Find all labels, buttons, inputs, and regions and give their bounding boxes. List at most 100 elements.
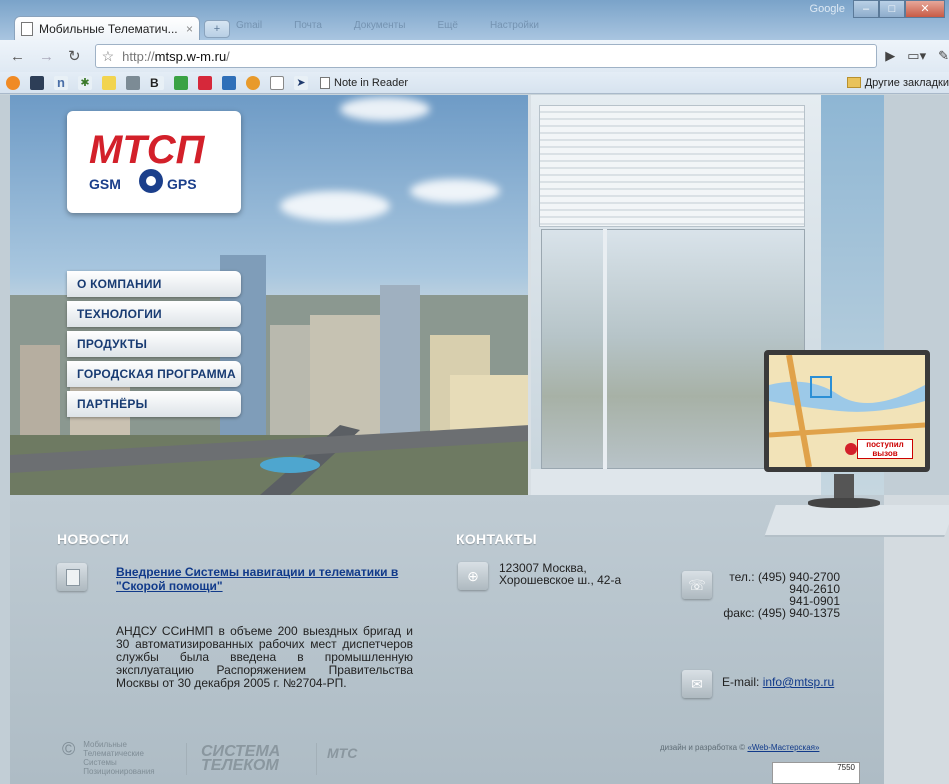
close-window-button[interactable]: ✕ [905, 0, 945, 18]
footer-separator [316, 743, 317, 775]
cloud [280, 191, 390, 221]
menu-item-partners[interactable]: Партнёры [67, 391, 241, 417]
address: 123007 Москва, Хорошевское ш., 42-а [499, 562, 621, 586]
monitor-base [808, 498, 880, 508]
maximize-button[interactable]: □ [879, 0, 905, 18]
phone-icon-box: ☏ [682, 571, 712, 599]
bookmark-red-icon[interactable] [198, 75, 212, 90]
blurred-tab: Ещё [437, 20, 458, 31]
tab-title: Мобильные Телематич... [39, 21, 178, 36]
back-icon[interactable]: ← [10, 48, 25, 65]
wrench-icon[interactable]: ✎ [938, 48, 949, 64]
bookmark-arrow-icon[interactable]: ➤ [294, 75, 308, 90]
menu-item-city-program[interactable]: Городская программа [67, 361, 241, 387]
contacts-heading: КОНТАКТЫ [456, 531, 537, 547]
mtsp-logo: МТСП GSM GPS [89, 128, 206, 193]
other-bookmarks[interactable]: Другие закладки [846, 76, 949, 89]
email-link[interactable]: info@mtsp.ru [763, 675, 835, 689]
forward-icon[interactable]: → [39, 48, 54, 65]
browser-tab[interactable]: Мобильные Телематич... × [14, 16, 200, 40]
monitor-illustration: поступил вызов [764, 350, 934, 520]
url-host: mtsp.w-m.ru [154, 48, 227, 64]
window-controls: Google – □ ✕ [810, 0, 945, 18]
news-icon [57, 563, 87, 591]
phone-icon: ☏ [688, 577, 706, 593]
copyright-icon: © [62, 739, 76, 759]
bookmark-b-icon[interactable]: B [150, 75, 164, 90]
visit-counter[interactable]: 7550 [772, 762, 860, 784]
news-heading: НОВОСТИ [57, 531, 130, 547]
url-suffix: / [226, 48, 230, 64]
menu-item-technologies[interactable]: Технологии [67, 301, 241, 327]
blurred-tab: Настройки [489, 20, 539, 31]
logo-gps-text: GPS [167, 176, 197, 192]
blurred-tab: Gmail [236, 20, 263, 31]
bookmark-note-in-reader[interactable]: Note in Reader [320, 76, 408, 89]
bookmark-chart-icon[interactable] [174, 75, 188, 90]
doc-icon [320, 76, 330, 89]
bookmark-w-icon[interactable] [102, 75, 116, 90]
company-line: Системы [83, 758, 117, 767]
monitor-stand [834, 474, 854, 500]
email-label: E-mail: [722, 675, 760, 689]
window-divider [603, 229, 607, 469]
bookmark-star-icon[interactable]: ☆ [102, 48, 115, 65]
logo-card[interactable]: МТСП GSM GPS [67, 111, 241, 213]
bookmark-note-label: Note in Reader [334, 76, 408, 89]
other-bookmarks-label: Другие закладки [864, 76, 949, 89]
bookmark-figure-icon[interactable]: ✱ [78, 75, 92, 90]
blurred-tab: Почта [294, 20, 322, 31]
window-titlebar: Мобильные Телематич... × + Gmail Почта Д… [0, 0, 949, 40]
incoming-call-label: поступил вызов [857, 439, 913, 459]
play-icon[interactable]: ▶ [885, 48, 895, 64]
email-row: E-mail: info@mtsp.ru [722, 675, 834, 689]
logo-top-text: МТСП [89, 128, 206, 172]
blurred-tabs: Gmail Почта Документы Ещё Настройки [236, 20, 539, 31]
company-line: Телематические [83, 749, 144, 758]
menu-item-products[interactable]: Продукты [67, 331, 241, 357]
news-body: АНДСУ ССиНМП в объеме 200 выездных брига… [116, 624, 413, 690]
mail-icon-box: ✉ [682, 670, 712, 698]
address-line2: Хорошевское ш., 42-а [499, 573, 622, 587]
main-menu: О компании Технологии Продукты Городская… [67, 271, 241, 421]
close-tab-icon[interactable]: × [186, 22, 193, 36]
bookmark-blue-n-icon[interactable] [222, 75, 236, 90]
design-credit: дизайн и разработка © «Web-Мастерская» [660, 743, 819, 752]
copyright-block: © Мобильные Телематические Системы Позиц… [62, 740, 175, 776]
page-icon [21, 21, 33, 36]
bookmark-orange-icon[interactable] [6, 75, 20, 90]
reload-icon[interactable]: ↻ [68, 47, 81, 65]
globe-icon: ⊕ [467, 568, 479, 584]
right-wall [884, 495, 949, 784]
fax-line: факс: (495) 940-1375 [723, 606, 840, 620]
hero-banner: МТСП GSM GPS О компании Технологии Проду… [10, 95, 884, 495]
design-link[interactable]: «Web-Мастерская» [747, 743, 819, 752]
news-link[interactable]: Внедрение Системы навигации и телематики… [116, 565, 416, 593]
bookmark-grid-icon[interactable] [126, 75, 140, 90]
sistema-telecom-logo[interactable]: СИСТЕМА ТЕЛЕКОМ [201, 744, 280, 774]
browser-toolbar: ← → ↻ ☆ http://mtsp.w-m.ru / ▶ ▭▾ ✎ [0, 40, 949, 72]
blurred-tab: Документы [353, 20, 406, 31]
bookmark-n-icon[interactable]: n [54, 75, 68, 90]
cloud [340, 97, 430, 121]
new-tab-button[interactable]: + [204, 20, 230, 38]
monitor-screen: поступил вызов [764, 350, 930, 472]
bookmarks-bar: n ✱ B ➤ Note in Reader Другие закладки [0, 72, 949, 94]
logo-gsm-text: GSM [89, 176, 121, 192]
phone-numbers: тел.: (495) 940-2700 940-2610 941-0901 ф… [720, 571, 840, 619]
page-menu-icon[interactable]: ▭▾ [907, 48, 926, 64]
bookmark-scl-icon[interactable] [30, 75, 44, 90]
bookmark-ball-icon[interactable] [246, 75, 260, 90]
mtsp-footer-logo: МТС [327, 745, 358, 761]
folder-icon [846, 77, 861, 88]
menu-item-about[interactable]: О компании [67, 271, 241, 297]
address-bar[interactable]: ☆ http://mtsp.w-m.ru / [94, 44, 878, 68]
window-google-label: Google [809, 3, 845, 15]
globe-icon-box: ⊕ [458, 562, 488, 590]
window-blinds [539, 105, 805, 227]
incoming-call-line1: поступил [866, 440, 904, 449]
mail-icon: ✉ [691, 676, 703, 692]
bookmark-doc-icon[interactable] [270, 75, 284, 90]
minimize-button[interactable]: – [853, 0, 879, 18]
url-prefix: http:// [122, 48, 155, 64]
